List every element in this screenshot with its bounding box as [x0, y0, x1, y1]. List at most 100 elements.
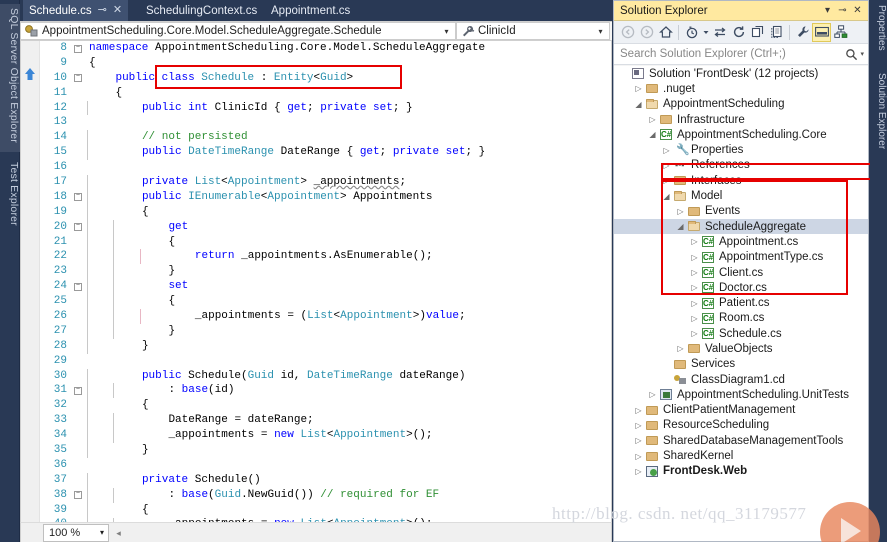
- back-icon[interactable]: [618, 23, 637, 42]
- twisty-collapsed-icon[interactable]: ▷: [688, 314, 701, 323]
- pending-changes-icon[interactable]: [682, 23, 701, 42]
- chevron-down-icon[interactable]: ▾: [440, 27, 453, 36]
- fold-toggle-icon[interactable]: [74, 282, 82, 291]
- tree-item[interactable]: ▷ SharedKernel: [614, 448, 868, 463]
- view-class-diagram-icon[interactable]: [831, 23, 850, 42]
- tree-item[interactable]: ▷ 🔧 Properties: [614, 142, 868, 157]
- zoom-level-dropdown[interactable]: 100 % ▾: [43, 523, 109, 542]
- twisty-collapsed-icon[interactable]: ▷: [660, 161, 673, 170]
- chevron-down-icon[interactable]: [701, 23, 710, 42]
- tree-item[interactable]: ▷ ▪‑▪ References: [614, 158, 868, 173]
- twisty-collapsed-icon[interactable]: ▷: [632, 421, 645, 430]
- close-icon[interactable]: ✕: [113, 5, 122, 16]
- code-line[interactable]: 18 public IEnumerable<Appointment> Appoin…: [21, 189, 611, 205]
- code-line[interactable]: 35}: [21, 443, 611, 458]
- properties-wrench-icon[interactable]: [793, 23, 812, 42]
- tree-item[interactable]: ▷ ClientPatientManagement: [614, 403, 868, 418]
- code-line[interactable]: 29: [21, 354, 611, 369]
- fold-toggle-icon[interactable]: [74, 223, 82, 232]
- tree-item[interactable]: ▷ C# AppointmentType.cs: [614, 250, 868, 265]
- code-line[interactable]: 8 namespace AppointmentScheduling.Core.Mo…: [21, 41, 611, 56]
- twisty-collapsed-icon[interactable]: ▷: [632, 406, 645, 415]
- tree-item[interactable]: ▷ C# Doctor.cs: [614, 280, 868, 295]
- twisty-collapsed-icon[interactable]: ▷: [688, 329, 701, 338]
- scroll-left-arrow-icon[interactable]: ◂: [113, 527, 124, 539]
- twisty-collapsed-icon[interactable]: ▷: [632, 436, 645, 445]
- chevron-down-icon[interactable]: ▾: [594, 27, 607, 36]
- code-line[interactable]: 14 // not persisted: [21, 130, 611, 146]
- code-line[interactable]: 34 _appointments = new List<Appointment>(…: [21, 428, 611, 444]
- code-line[interactable]: 21 {: [21, 234, 611, 250]
- code-line[interactable]: 23}: [21, 264, 611, 280]
- twisty-expanded-icon[interactable]: ◢: [646, 130, 659, 139]
- tree-item[interactable]: ▷ C# Client.cs: [614, 265, 868, 280]
- code-line[interactable]: 33 DateRange = dateRange;: [21, 413, 611, 429]
- code-line[interactable]: 25 {: [21, 294, 611, 310]
- code-line[interactable]: 11 {: [21, 86, 611, 101]
- sync-with-active-document-icon[interactable]: [710, 23, 729, 42]
- forward-icon[interactable]: [637, 23, 656, 42]
- tree-item[interactable]: ▷ C# Appointment.cs: [614, 234, 868, 249]
- twisty-collapsed-icon[interactable]: ▷: [618, 69, 631, 78]
- tree-item[interactable]: ▷ Events: [614, 204, 868, 219]
- twisty-collapsed-icon[interactable]: ▷: [688, 253, 701, 262]
- twisty-collapsed-icon[interactable]: ▷: [688, 237, 701, 246]
- code-line[interactable]: 24 set: [21, 279, 611, 295]
- code-line[interactable]: 36: [21, 458, 611, 473]
- member-dropdown[interactable]: ClinicId ▾: [456, 22, 610, 40]
- twisty-collapsed-icon[interactable]: ▷: [674, 207, 687, 216]
- fold-toggle-icon[interactable]: [74, 386, 82, 395]
- vtab-properties[interactable]: Properties: [870, 2, 887, 66]
- twisty-collapsed-icon[interactable]: ▷: [660, 375, 673, 384]
- tree-item[interactable]: ▷ Interfaces: [614, 173, 868, 188]
- vtab-sql-server-object-explorer[interactable]: SQL Server Object Explorer: [0, 4, 20, 152]
- tree-item[interactable]: ▷ FrontDesk.Web: [614, 464, 868, 479]
- tree-item[interactable]: ▷ .nuget: [614, 81, 868, 96]
- twisty-expanded-icon[interactable]: ◢: [674, 222, 687, 231]
- vtab-test-explorer[interactable]: Test Explorer: [0, 158, 20, 246]
- tree-item[interactable]: ▷ ValueObjects: [614, 341, 868, 356]
- tree-item[interactable]: ▷ C# Schedule.cs: [614, 326, 868, 341]
- tree-item[interactable]: ▷ C# Room.cs: [614, 311, 868, 326]
- code-line[interactable]: 39 {: [21, 502, 611, 518]
- code-line[interactable]: 26 _appointments = (List<Appointment>)val…: [21, 309, 611, 324]
- fold-toggle-icon[interactable]: [74, 491, 82, 500]
- code-line[interactable]: 12 public int ClinicId { get; private set…: [21, 100, 611, 116]
- pin-icon[interactable]: ⊸: [835, 5, 850, 16]
- twisty-collapsed-icon[interactable]: ▷: [632, 84, 645, 93]
- code-line[interactable]: 38: base(Guid.NewGuid()) // required for…: [21, 487, 611, 503]
- code-editor[interactable]: 8 namespace AppointmentScheduling.Core.Mo…: [20, 41, 612, 522]
- tree-item[interactable]: ▷ SharedDatabaseManagementTools: [614, 433, 868, 448]
- tree-item[interactable]: ▷ ResourceScheduling: [614, 418, 868, 433]
- twisty-expanded-icon[interactable]: ◢: [660, 192, 673, 201]
- tree-item[interactable]: ▷ Services: [614, 357, 868, 372]
- refresh-icon[interactable]: [729, 23, 748, 42]
- vtab-solution-explorer[interactable]: Solution Explorer: [870, 70, 887, 170]
- show-all-files-icon[interactable]: [767, 23, 786, 42]
- code-line[interactable]: 19 {: [21, 204, 611, 220]
- chevron-down-icon[interactable]: ▾: [820, 5, 835, 16]
- tab-schedulingcontext-cs[interactable]: SchedulingContext.cs: [140, 0, 263, 21]
- twisty-collapsed-icon[interactable]: ▷: [646, 390, 659, 399]
- collapse-all-icon[interactable]: [748, 23, 767, 42]
- search-icon[interactable]: [845, 48, 858, 61]
- solution-explorer-search[interactable]: Search Solution Explorer (Ctrl+;) ▾: [614, 44, 868, 65]
- code-line[interactable]: 32 {: [21, 398, 611, 414]
- pin-icon[interactable]: ⊸: [98, 5, 107, 16]
- tab-appointment-cs[interactable]: Appointment.cs: [265, 0, 356, 21]
- code-line[interactable]: 28}: [21, 338, 611, 354]
- tree-item[interactable]: ▷ Solution 'FrontDesk' (12 projects): [614, 66, 868, 81]
- tree-item[interactable]: ◢ AppointmentScheduling: [614, 97, 868, 112]
- code-line[interactable]: 20 get: [21, 219, 611, 235]
- twisty-collapsed-icon[interactable]: ▷: [660, 360, 673, 369]
- code-line[interactable]: 16: [21, 160, 611, 175]
- fold-toggle-icon[interactable]: [74, 193, 82, 202]
- twisty-collapsed-icon[interactable]: ▷: [688, 283, 701, 292]
- twisty-collapsed-icon[interactable]: ▷: [660, 176, 673, 185]
- twisty-collapsed-icon[interactable]: ▷: [646, 115, 659, 124]
- tree-item[interactable]: ◢ C# AppointmentScheduling.Core: [614, 127, 868, 142]
- code-line[interactable]: 27}: [21, 323, 611, 339]
- tree-item[interactable]: ▷ C# Patient.cs: [614, 295, 868, 310]
- type-dropdown[interactable]: AppointmentScheduling.Core.Model.Schedul…: [20, 22, 456, 40]
- code-line[interactable]: 22 return _appointments.AsEnumerable();: [21, 249, 611, 265]
